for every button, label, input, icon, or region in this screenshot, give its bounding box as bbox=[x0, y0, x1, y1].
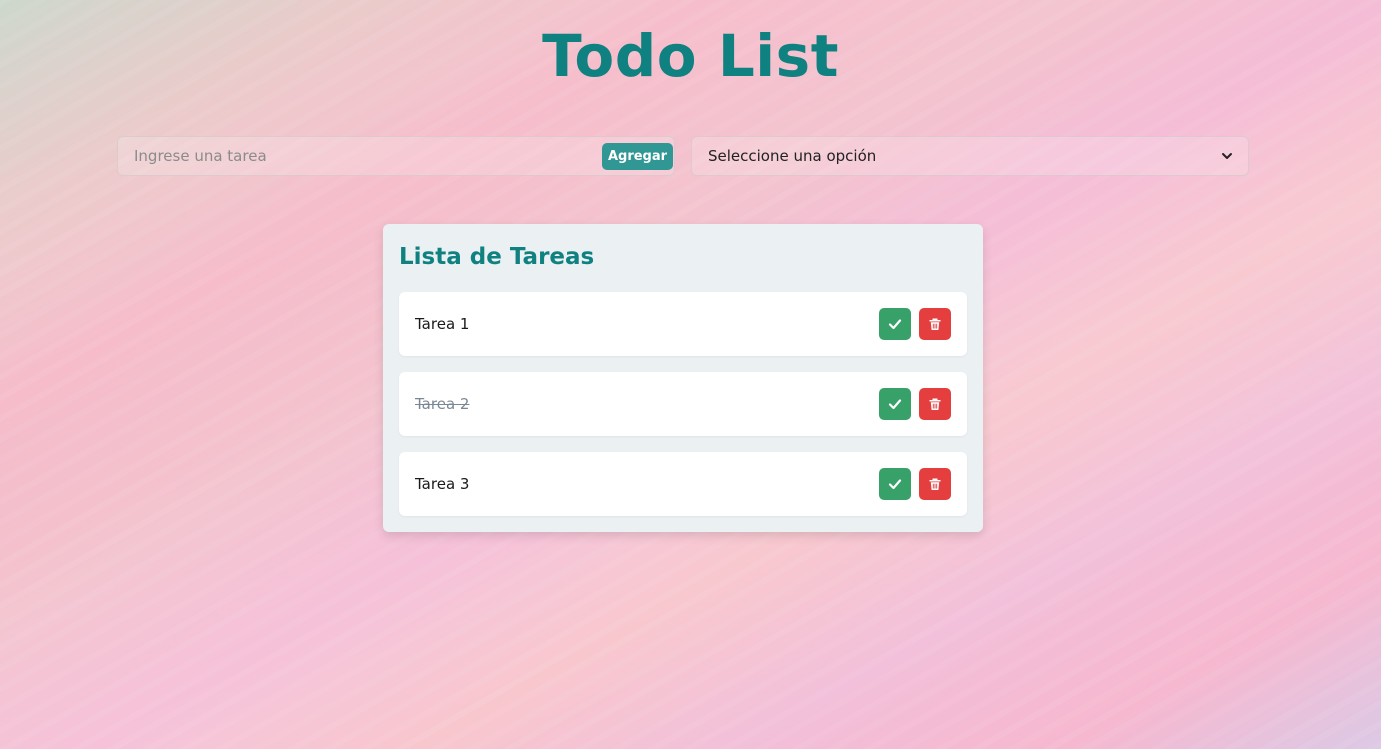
add-task-button[interactable]: Agregar bbox=[602, 143, 673, 170]
task-text: Tarea 2 bbox=[415, 395, 470, 413]
complete-task-button[interactable] bbox=[879, 388, 911, 420]
task-row: Tarea 2 bbox=[399, 372, 967, 436]
task-row: Tarea 1 bbox=[399, 292, 967, 356]
task-text: Tarea 3 bbox=[415, 475, 470, 493]
task-list-card: Lista de Tareas Tarea 1 Tarea 2 Tarea 3 bbox=[383, 224, 983, 532]
task-row: Tarea 3 bbox=[399, 452, 967, 516]
delete-task-button[interactable] bbox=[919, 388, 951, 420]
task-input-group: Agregar bbox=[117, 136, 675, 176]
page-title: Todo List bbox=[542, 22, 839, 90]
check-icon bbox=[888, 479, 902, 490]
trash-icon bbox=[929, 478, 941, 490]
complete-task-button[interactable] bbox=[879, 468, 911, 500]
complete-task-button[interactable] bbox=[879, 308, 911, 340]
delete-task-button[interactable] bbox=[919, 308, 951, 340]
delete-task-button[interactable] bbox=[919, 468, 951, 500]
trash-icon bbox=[929, 318, 941, 330]
task-list-title: Lista de Tareas bbox=[399, 244, 595, 270]
check-icon bbox=[888, 319, 902, 330]
chevron-down-icon bbox=[1222, 153, 1232, 159]
task-text: Tarea 1 bbox=[415, 315, 470, 333]
filter-select-value: Seleccione una opción bbox=[708, 147, 877, 165]
trash-icon bbox=[929, 398, 941, 410]
filter-select[interactable]: Seleccione una opción bbox=[691, 136, 1249, 176]
check-icon bbox=[888, 399, 902, 410]
task-input[interactable] bbox=[118, 137, 674, 175]
